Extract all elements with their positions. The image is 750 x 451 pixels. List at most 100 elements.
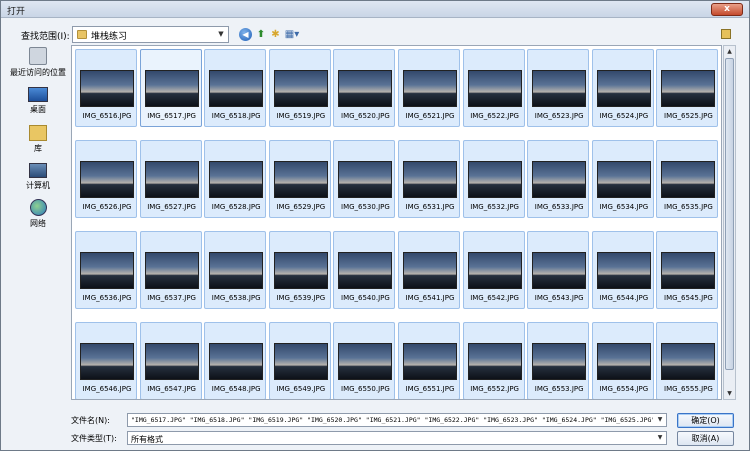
file-name: IMG_6529.JPG: [276, 203, 326, 211]
views-menu-button[interactable]: ▦▾: [284, 28, 300, 42]
file-item[interactable]: IMG_6549.JPG: [268, 322, 331, 399]
file-name: IMG_6534.JPG: [599, 203, 649, 211]
file-item[interactable]: IMG_6529.JPG: [268, 140, 331, 218]
file-item[interactable]: IMG_6554.JPG: [591, 322, 654, 399]
image-thumbnail: [144, 161, 199, 198]
file-item[interactable]: IMG_6532.JPG: [462, 140, 525, 218]
file-item[interactable]: IMG_6542.JPG: [462, 231, 525, 309]
up-one-level-button[interactable]: ⬆: [255, 28, 267, 42]
file-item[interactable]: IMG_6546.JPG: [75, 322, 137, 399]
file-item[interactable]: IMG_6551.JPG: [398, 322, 460, 399]
file-item[interactable]: IMG_6518.JPG: [204, 49, 267, 127]
file-item[interactable]: IMG_6536.JPG: [75, 231, 137, 309]
file-name: IMG_6544.JPG: [599, 294, 649, 302]
vertical-scrollbar[interactable]: ▲ ▼: [723, 45, 736, 400]
file-item[interactable]: IMG_6519.JPG: [268, 49, 331, 127]
chevron-down-icon[interactable]: ▼: [655, 414, 665, 426]
file-item[interactable]: IMG_6550.JPG: [333, 322, 396, 399]
file-name: IMG_6523.JPG: [534, 112, 584, 120]
file-item[interactable]: IMG_6545.JPG: [656, 231, 719, 309]
image-thumbnail: [273, 161, 328, 198]
file-item[interactable]: IMG_6535.JPG: [656, 140, 719, 218]
file-item[interactable]: IMG_6531.JPG: [398, 140, 460, 218]
file-name: IMG_6555.JPG: [664, 385, 713, 393]
file-name: IMG_6522.JPG: [470, 112, 519, 120]
image-thumbnail: [338, 343, 393, 380]
image-thumbnail: [209, 70, 264, 107]
place-library[interactable]: 库: [5, 125, 71, 154]
file-item[interactable]: IMG_6539.JPG: [268, 231, 331, 309]
file-name: IMG_6547.JPG: [147, 385, 196, 393]
file-item[interactable]: IMG_6555.JPG: [656, 322, 719, 399]
place-label: 最近访问的位置: [10, 68, 66, 77]
file-name: IMG_6550.JPG: [341, 385, 390, 393]
file-item[interactable]: IMG_6548.JPG: [204, 322, 267, 399]
back-button[interactable]: ◀: [239, 28, 252, 41]
filetype-value: 所有格式: [131, 435, 163, 444]
file-name: IMG_6521.JPG: [405, 112, 455, 120]
image-thumbnail: [80, 161, 134, 198]
new-folder-icon: ✱: [271, 29, 280, 40]
file-item[interactable]: IMG_6521.JPG: [398, 49, 460, 127]
file-name: IMG_6554.JPG: [599, 385, 649, 393]
file-item[interactable]: IMG_6522.JPG: [462, 49, 525, 127]
file-item[interactable]: IMG_6534.JPG: [591, 140, 654, 218]
image-thumbnail: [532, 252, 587, 289]
image-thumbnail: [661, 252, 716, 289]
places-bar: 最近访问的位置 桌面 库 计算机 网络: [5, 47, 71, 247]
folder-up-icon[interactable]: [721, 29, 731, 39]
file-item[interactable]: IMG_6544.JPG: [591, 231, 654, 309]
file-item[interactable]: IMG_6553.JPG: [527, 322, 590, 399]
file-item[interactable]: IMG_6530.JPG: [333, 140, 396, 218]
image-thumbnail: [273, 70, 328, 107]
file-item[interactable]: IMG_6538.JPG: [204, 231, 267, 309]
place-network[interactable]: 网络: [5, 199, 71, 229]
window-close-button[interactable]: x: [711, 3, 743, 16]
file-item[interactable]: IMG_6526.JPG: [75, 140, 137, 218]
file-name: IMG_6524.JPG: [599, 112, 649, 120]
scroll-down-icon[interactable]: ▼: [724, 388, 735, 399]
filetype-dropdown[interactable]: 所有格式 ▼: [127, 431, 667, 445]
new-folder-button[interactable]: ✱: [269, 28, 282, 42]
image-thumbnail: [596, 70, 651, 107]
file-item[interactable]: IMG_6516.JPG: [75, 49, 137, 127]
file-item[interactable]: IMG_6527.JPG: [139, 140, 202, 218]
file-item[interactable]: IMG_6540.JPG: [333, 231, 396, 309]
place-computer[interactable]: 计算机: [5, 163, 71, 191]
file-item[interactable]: IMG_6524.JPG: [591, 49, 654, 127]
image-thumbnail: [209, 343, 264, 380]
file-item[interactable]: IMG_6528.JPG: [204, 140, 267, 218]
place-desktop[interactable]: 桌面: [5, 87, 71, 115]
cancel-button[interactable]: 取消(A): [677, 431, 734, 446]
file-item[interactable]: IMG_6552.JPG: [462, 322, 525, 399]
file-item[interactable]: IMG_6525.JPG: [656, 49, 719, 127]
filename-value: "IMG_6517.JPG" "IMG_6518.JPG" "IMG_6519.…: [131, 416, 653, 424]
scrollbar-thumb[interactable]: [725, 58, 734, 370]
image-thumbnail: [532, 161, 587, 198]
image-thumbnail: [596, 161, 651, 198]
place-label: 网络: [30, 219, 46, 228]
image-thumbnail: [467, 343, 522, 380]
image-thumbnail: [80, 252, 134, 289]
look-in-label: 查找范围(I):: [21, 32, 70, 42]
image-thumbnail: [661, 343, 716, 380]
file-item[interactable]: IMG_6517.JPG: [139, 49, 202, 127]
image-thumbnail: [596, 343, 651, 380]
file-item[interactable]: IMG_6533.JPG: [527, 140, 590, 218]
file-item[interactable]: IMG_6541.JPG: [398, 231, 460, 309]
file-item[interactable]: IMG_6543.JPG: [527, 231, 590, 309]
window-title: 打开: [7, 7, 26, 17]
file-name: IMG_6518.JPG: [211, 112, 261, 120]
filename-input[interactable]: "IMG_6517.JPG" "IMG_6518.JPG" "IMG_6519.…: [127, 413, 667, 427]
file-item[interactable]: IMG_6537.JPG: [139, 231, 202, 309]
place-recent[interactable]: 最近访问的位置: [5, 47, 71, 78]
file-item[interactable]: IMG_6523.JPG: [527, 49, 590, 127]
file-list[interactable]: IMG_6516.JPG IMG_6517.JPG IMG_6518.JPG IMG_…: [71, 45, 722, 400]
look-in-dropdown[interactable]: 堆栈练习 ▼: [72, 26, 229, 43]
ok-button[interactable]: 确定(O): [677, 413, 734, 428]
file-item[interactable]: IMG_6520.JPG: [333, 49, 396, 127]
scroll-up-icon[interactable]: ▲: [724, 46, 735, 57]
file-item[interactable]: IMG_6547.JPG: [139, 322, 202, 399]
image-thumbnail: [467, 161, 522, 198]
image-thumbnail: [467, 70, 522, 107]
